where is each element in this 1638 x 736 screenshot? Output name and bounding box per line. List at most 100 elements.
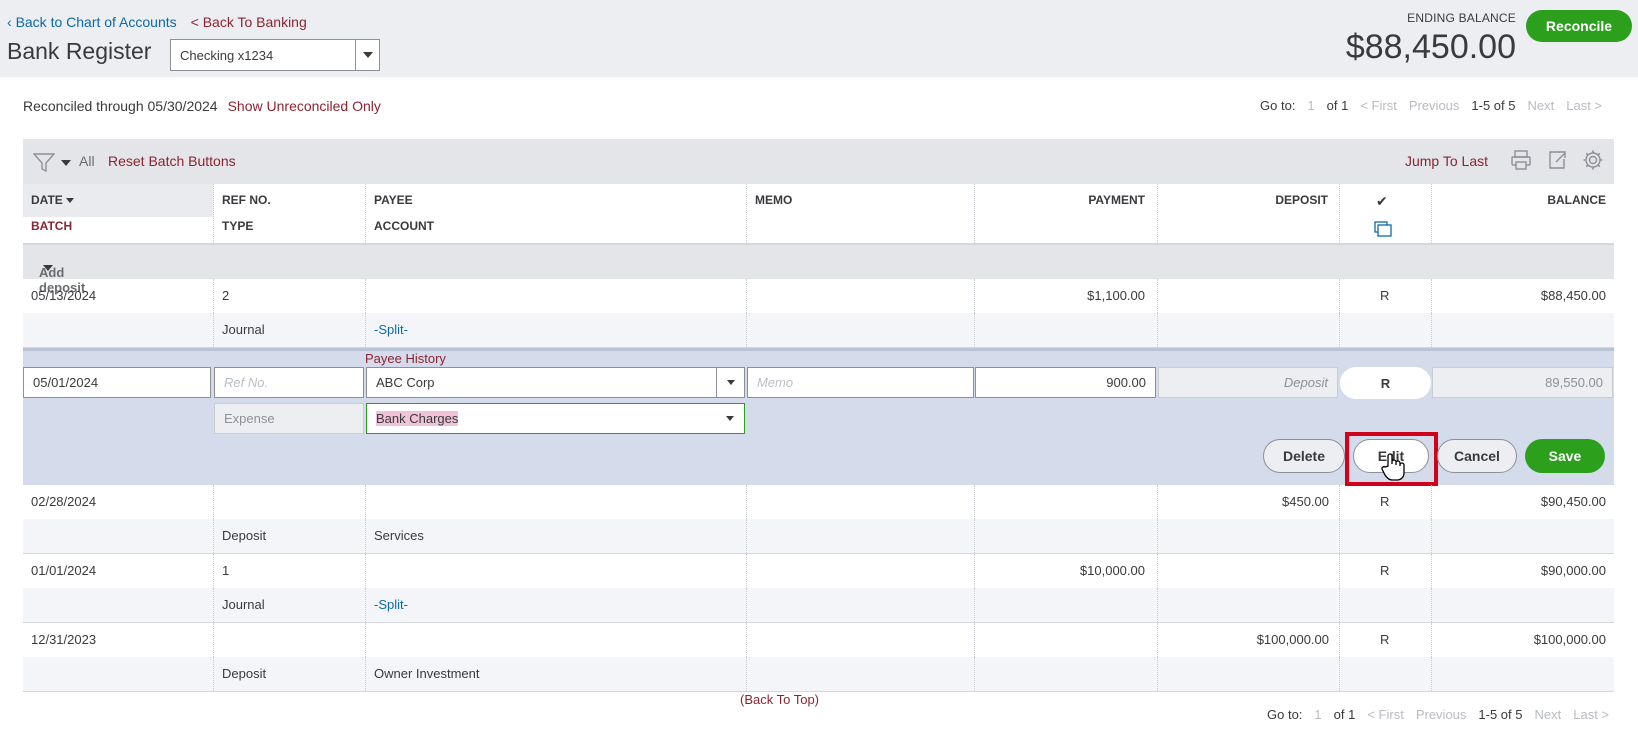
date-field[interactable]: 05/01/2024 <box>23 367 211 398</box>
save-button[interactable]: Save <box>1525 439 1605 473</box>
back-to-top-link[interactable]: (Back To Top) <box>740 692 819 707</box>
hand-cursor-icon <box>1380 452 1406 485</box>
row-balance: $90,000.00 <box>1540 563 1606 578</box>
grid-header: DATE BATCH REF NO. TYPE PAYEE ACCOUNT ME… <box>23 184 1614 245</box>
goto-page-input[interactable]: 1 <box>1307 98 1314 113</box>
payee-field[interactable]: ABC Corp <box>366 367 745 398</box>
row-payment: $1,100.00 <box>1087 288 1145 303</box>
table-row[interactable]: 02/28/2024 $450.00 R $90,450.00 <box>23 485 1614 519</box>
table-row[interactable]: Deposit Owner Investment <box>23 657 1614 691</box>
col-payee: PAYEE <box>374 193 413 207</box>
transaction-row[interactable]: 12/31/2023 $100,000.00 R $100,000.00 Dep… <box>23 623 1614 692</box>
table-row[interactable]: 12/31/2023 $100,000.00 R $100,000.00 <box>23 623 1614 657</box>
cancel-button[interactable]: Cancel <box>1437 439 1517 473</box>
transaction-row[interactable]: 01/01/2024 1 $10,000.00 R $90,000.00 Jou… <box>23 554 1614 623</box>
first-page-link[interactable]: < First <box>1367 707 1403 722</box>
back-to-chart-link[interactable]: ‹ Back to Chart of Accounts <box>7 14 177 30</box>
row-balance: $88,450.00 <box>1540 288 1606 303</box>
balance-field: 89,550.00 <box>1432 367 1613 398</box>
first-page-link[interactable]: < First <box>1360 98 1396 113</box>
row-status[interactable]: R <box>1380 494 1389 509</box>
row-date: 05/13/2024 <box>31 288 97 303</box>
row-ref: 2 <box>222 288 230 303</box>
add-deposit-row[interactable]: Add deposit <box>23 245 1614 295</box>
row-status[interactable]: R <box>1380 288 1389 303</box>
chevron-down-icon[interactable] <box>716 404 744 433</box>
row-deposit: $100,000.00 <box>1256 632 1329 647</box>
col-reconciled-check: ✔ <box>1376 193 1388 209</box>
page-of: of 1 <box>1326 98 1349 113</box>
show-unreconciled-link[interactable]: Show Unreconciled Only <box>228 98 381 114</box>
row-type: Journal <box>222 597 265 612</box>
row-type: Deposit <box>222 528 267 543</box>
col-date-label: DATE <box>31 193 63 207</box>
row-payment: $10,000.00 <box>1079 563 1145 578</box>
payment-field[interactable]: 900.00 <box>975 367 1156 398</box>
table-row[interactable]: Journal -Split- <box>23 588 1614 622</box>
previous-page-link[interactable]: Previous <box>1416 707 1467 722</box>
next-page-link[interactable]: Next <box>1528 98 1555 113</box>
filter-all-label: All <box>79 153 95 169</box>
transaction-row[interactable]: 05/13/2024 2 $1,100.00 R $88,450.00 Jour… <box>23 279 1614 348</box>
next-page-link[interactable]: Next <box>1535 707 1562 722</box>
account-field[interactable]: Bank Charges <box>366 403 745 434</box>
filter-dropdown-icon[interactable] <box>61 160 71 166</box>
copy-icon[interactable] <box>1374 221 1392 240</box>
reconcile-status-toggle[interactable]: R <box>1340 367 1431 399</box>
last-page-link[interactable]: Last > <box>1566 98 1602 113</box>
chevron-down-icon[interactable] <box>716 368 744 397</box>
goto-label: Go to: <box>1267 707 1303 722</box>
table-row[interactable]: 01/01/2024 1 $10,000.00 R $90,000.00 <box>23 554 1614 588</box>
col-date[interactable]: DATE <box>31 193 75 207</box>
row-date: 12/31/2023 <box>31 632 97 647</box>
print-icon[interactable] <box>1510 149 1534 173</box>
gear-icon[interactable] <box>1582 149 1606 173</box>
col-payment: PAYMENT <box>1088 193 1145 207</box>
delete-button[interactable]: Delete <box>1263 439 1345 473</box>
ref-no-field[interactable]: Ref No. <box>214 367 364 398</box>
memo-field[interactable]: Memo <box>747 367 974 398</box>
back-to-chart-label: Back to Chart of Accounts <box>15 14 177 30</box>
account-field-value: Bank Charges <box>376 411 459 426</box>
reset-batch-buttons-link[interactable]: Reset Batch Buttons <box>108 153 236 169</box>
back-links: ‹ Back to Chart of Accounts < Back To Ba… <box>7 14 307 30</box>
row-account: Services <box>374 528 424 543</box>
col-type: TYPE <box>222 219 254 233</box>
row-status[interactable]: R <box>1380 632 1389 647</box>
reconciled-text: Reconciled through 05/30/2024 <box>23 98 218 114</box>
table-row[interactable]: 05/13/2024 2 $1,100.00 R $88,450.00 <box>23 279 1614 313</box>
row-account-split-link[interactable]: -Split- <box>374 597 408 612</box>
filter-icon[interactable] <box>32 153 56 176</box>
pager-top: Go to: 1 of 1 < First Previous 1-5 of 5 … <box>1260 98 1602 113</box>
row-balance: $90,450.00 <box>1540 494 1606 509</box>
previous-page-link[interactable]: Previous <box>1409 98 1460 113</box>
export-icon[interactable] <box>1546 149 1570 173</box>
col-memo: MEMO <box>755 193 793 207</box>
ending-balance-label: ENDING BALANCE <box>1407 11 1516 25</box>
row-status[interactable]: R <box>1380 563 1389 578</box>
jump-to-last-link[interactable]: Jump To Last <box>1405 153 1488 169</box>
chevron-down-icon[interactable] <box>355 40 379 70</box>
row-account: Owner Investment <box>374 666 480 681</box>
reconciled-status: Reconciled through 05/30/2024 Show Unrec… <box>23 98 381 114</box>
col-ref: REF NO. <box>222 193 271 207</box>
page-title: Bank Register <box>7 38 152 64</box>
date-field-value: 05/01/2024 <box>33 375 99 390</box>
goto-page-input[interactable]: 1 <box>1314 707 1321 722</box>
account-select[interactable]: Checking x1234 <box>170 39 380 71</box>
row-account-split-link[interactable]: -Split- <box>374 322 408 337</box>
payee-history-link[interactable]: Payee History <box>365 351 446 366</box>
deposit-field[interactable]: Deposit <box>1158 367 1338 398</box>
col-batch: BATCH <box>31 219 73 233</box>
col-account: ACCOUNT <box>374 219 434 233</box>
last-page-link[interactable]: Last > <box>1573 707 1609 722</box>
back-to-banking-link[interactable]: < Back To Banking <box>191 14 307 30</box>
transaction-row[interactable]: 02/28/2024 $450.00 R $90,450.00 Deposit … <box>23 485 1614 554</box>
payment-field-value: 900.00 <box>1106 375 1146 390</box>
table-row[interactable]: Journal -Split- <box>23 313 1614 347</box>
table-row[interactable]: Deposit Services <box>23 519 1614 553</box>
pager-bottom: Go to: 1 of 1 < First Previous 1-5 of 5 … <box>1267 707 1609 722</box>
row-type: Deposit <box>222 666 267 681</box>
page-range: 1-5 of 5 <box>1478 707 1523 722</box>
reconcile-button[interactable]: Reconcile <box>1526 10 1632 42</box>
